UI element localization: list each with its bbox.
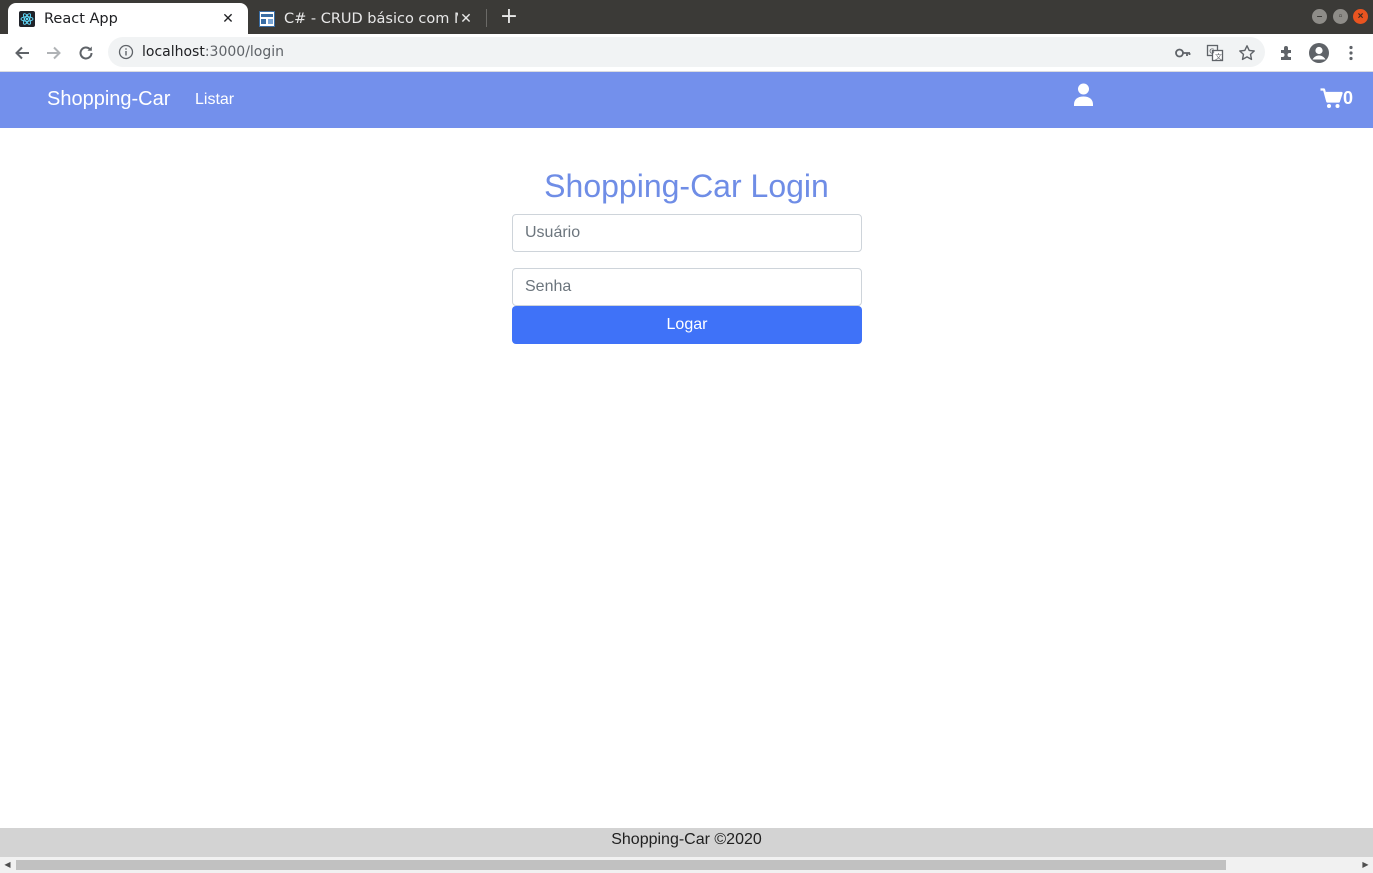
extensions-icon[interactable] bbox=[1275, 41, 1299, 65]
tab-react-app[interactable]: React App ✕ bbox=[8, 3, 248, 34]
maximize-button[interactable]: ▫ bbox=[1333, 9, 1348, 24]
svg-text:文: 文 bbox=[1215, 52, 1222, 61]
menu-kebab-icon[interactable] bbox=[1339, 41, 1363, 65]
new-tab-button[interactable]: + bbox=[498, 4, 520, 30]
tab-csharp-crud[interactable]: C# - CRUD básico com Mo ✕ bbox=[248, 3, 486, 34]
tab-title: React App bbox=[44, 10, 118, 27]
tab-separator bbox=[486, 9, 487, 27]
react-icon bbox=[19, 10, 35, 27]
shopping-cart-icon bbox=[1320, 87, 1343, 108]
svg-text:G: G bbox=[1209, 48, 1214, 56]
password-field[interactable] bbox=[512, 268, 862, 306]
forward-button[interactable] bbox=[42, 41, 66, 65]
nav-link-listar[interactable]: Listar bbox=[195, 91, 234, 109]
scroll-left-icon[interactable]: ◀ bbox=[0, 857, 15, 873]
browser-toolbar: localhost:3000/login G文 bbox=[0, 34, 1373, 72]
bookmark-star-icon[interactable] bbox=[1238, 44, 1256, 62]
cart-button[interactable]: 0 bbox=[1320, 86, 1353, 110]
tab-title: C# - CRUD básico com Mo bbox=[284, 10, 458, 27]
cart-count: 0 bbox=[1343, 87, 1354, 108]
address-bar[interactable]: localhost:3000/login G文 bbox=[108, 37, 1265, 67]
scrollbar-thumb[interactable] bbox=[16, 860, 1226, 870]
reload-button[interactable] bbox=[74, 41, 98, 65]
page-footer: Shopping-Car ©2020 bbox=[0, 828, 1373, 857]
minimize-button[interactable]: – bbox=[1312, 9, 1327, 24]
app-navbar: Shopping-Car Listar 0 bbox=[0, 72, 1373, 128]
info-icon[interactable] bbox=[118, 44, 134, 65]
devmedia-icon bbox=[259, 10, 275, 27]
close-window-button[interactable]: × bbox=[1353, 9, 1368, 24]
tab-close-icon[interactable]: ✕ bbox=[458, 11, 474, 27]
arrow-right-icon bbox=[47, 46, 61, 60]
url-text: localhost:3000/login bbox=[142, 44, 285, 60]
translate-icon[interactable]: G文 bbox=[1206, 44, 1224, 62]
login-button[interactable]: Logar bbox=[512, 306, 862, 344]
key-icon[interactable] bbox=[1174, 44, 1192, 62]
horizontal-scrollbar[interactable]: ◀ ▶ bbox=[0, 857, 1373, 873]
profile-icon[interactable] bbox=[1307, 41, 1331, 65]
tab-close-icon[interactable]: ✕ bbox=[220, 11, 236, 27]
user-icon[interactable] bbox=[1073, 83, 1094, 107]
login-title: Shopping-Car Login bbox=[544, 168, 829, 204]
arrow-left-icon bbox=[15, 46, 29, 60]
reload-icon bbox=[79, 46, 93, 60]
back-button[interactable] bbox=[10, 41, 34, 65]
navbar-brand[interactable]: Shopping-Car bbox=[47, 88, 170, 111]
scroll-right-icon[interactable]: ▶ bbox=[1358, 857, 1373, 873]
browser-tab-bar: React App ✕ C# - CRUD básico com Mo ✕ + … bbox=[0, 0, 1373, 34]
username-field[interactable] bbox=[512, 214, 862, 252]
